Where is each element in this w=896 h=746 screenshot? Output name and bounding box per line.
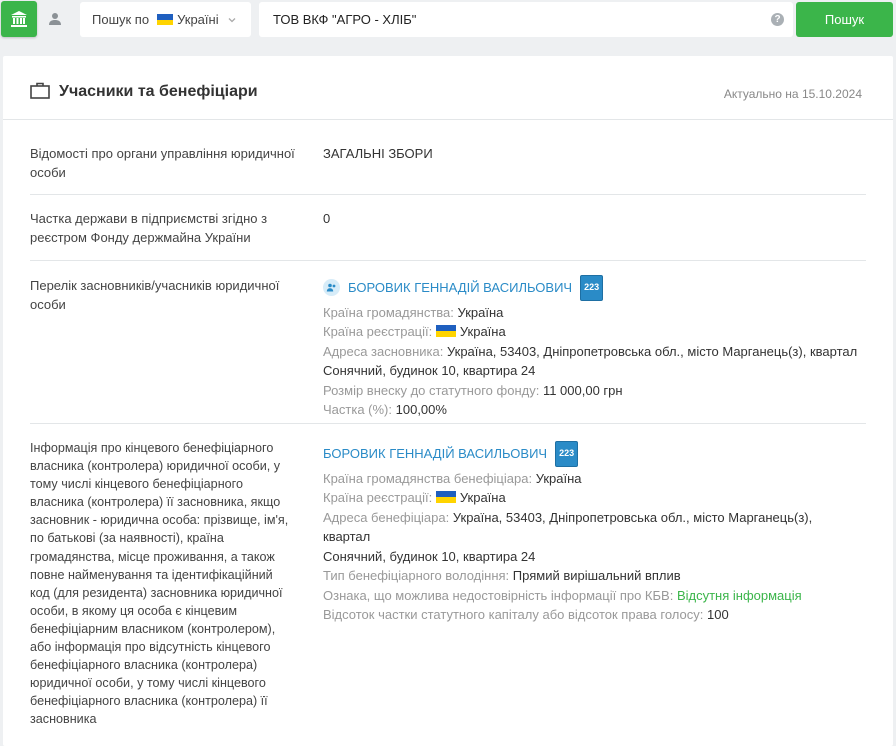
beneficiary-citizenship: Країна громадянства бенефіціара: Україна	[323, 470, 582, 486]
founder-name-link[interactable]: БОРОВИК ГЕННАДІЙ ВАСИЛЬОВИЧ	[348, 278, 572, 298]
card-title: Учасники та бенефіціари	[59, 83, 258, 100]
founder-entry: БОРОВИК ГЕННАДІЙ ВАСИЛЬОВИЧ 223 Країна г…	[323, 275, 863, 420]
beneficiary-ownership: Тип бенефіціарного володіння: Прямий вир…	[323, 568, 681, 583]
search-scope-value: Україні	[177, 12, 219, 27]
beneficiary-name-link[interactable]: БОРОВИК ГЕННАДІЙ ВАСИЛЬОВИЧ	[323, 444, 547, 464]
search-input[interactable]	[259, 2, 749, 37]
user-button[interactable]	[40, 4, 70, 34]
actual-date: Актуально на 15.10.2024	[723, 87, 862, 101]
participants-card: Учасники та бенефіціари Актуально на 15.…	[3, 56, 893, 746]
help-icon[interactable]: ?	[771, 13, 784, 26]
governance-row: Відомості про органи управління юридично…	[30, 121, 866, 195]
beneficiary-row: Інформація про кінцевого бенефіціарного …	[30, 424, 866, 746]
bank-icon	[11, 11, 27, 27]
founder-reg-country: Країна реєстрації: Україна	[323, 324, 506, 339]
beneficiary-percent: Відсоток частки статутного капіталу або …	[323, 607, 729, 622]
search-box: ?	[259, 2, 793, 37]
beneficiary-label: Інформація про кінцевого бенефіціарного …	[30, 441, 289, 727]
ukraine-flag-icon	[435, 325, 456, 337]
top-bar: Пошук по Україні ? Пошук	[0, 0, 896, 48]
founder-citizenship: Країна громадянства: Україна	[323, 304, 504, 320]
person-group-icon	[323, 279, 340, 297]
founder-name-line: БОРОВИК ГЕННАДІЙ ВАСИЛЬОВИЧ 223	[323, 275, 863, 301]
home-button[interactable]	[1, 1, 37, 37]
founder-contribution: Розмір внеску до статутного фонду: 11 00…	[323, 382, 623, 398]
founder-count-badge[interactable]: 223	[580, 275, 604, 301]
beneficiary-name-line: БОРОВИК ГЕННАДІЙ ВАСИЛЬОВИЧ 223	[323, 441, 863, 467]
ukraine-flag-icon	[435, 491, 456, 503]
founders-label: Перелік засновників/учасників юридичної …	[30, 278, 280, 312]
founder-address: Адреса засновника: Україна, 53403, Дніпр…	[323, 343, 858, 379]
search-button[interactable]: Пошук	[796, 2, 893, 37]
beneficiary-reg-country: Країна реєстрації: Україна	[323, 490, 506, 505]
state-share-label: Частка держави в підприємстві згідно з р…	[30, 211, 268, 245]
founders-row: Перелік засновників/учасників юридичної …	[30, 261, 866, 424]
governance-label: Відомості про органи управління юридично…	[30, 146, 295, 180]
founder-share: Частка (%): 100,00%	[323, 402, 447, 417]
briefcase-icon	[30, 82, 50, 99]
card-header: Учасники та бенефіціари Актуально на 15.…	[3, 56, 893, 120]
beneficiary-count-badge[interactable]: 223	[555, 441, 579, 467]
search-scope-select[interactable]: Пошук по Україні	[80, 2, 251, 37]
beneficiary-unreliable: Ознака, що можлива недостовірність інфор…	[323, 587, 802, 603]
search-scope-label: Пошук по	[92, 12, 150, 27]
state-share-value: 0	[323, 211, 331, 226]
governance-value: ЗАГАЛЬНІ ЗБОРИ	[323, 146, 433, 161]
beneficiary-address: Адреса бенефіціара: Україна, 53403, Дніп…	[323, 509, 813, 564]
user-icon	[49, 13, 61, 25]
chevron-down-icon	[228, 17, 236, 22]
ukraine-flag-icon	[157, 14, 174, 25]
state-share-row: Частка держави в підприємстві згідно з р…	[30, 195, 866, 261]
beneficiary-entry: БОРОВИК ГЕННАДІЙ ВАСИЛЬОВИЧ 223 Країна г…	[323, 441, 863, 625]
